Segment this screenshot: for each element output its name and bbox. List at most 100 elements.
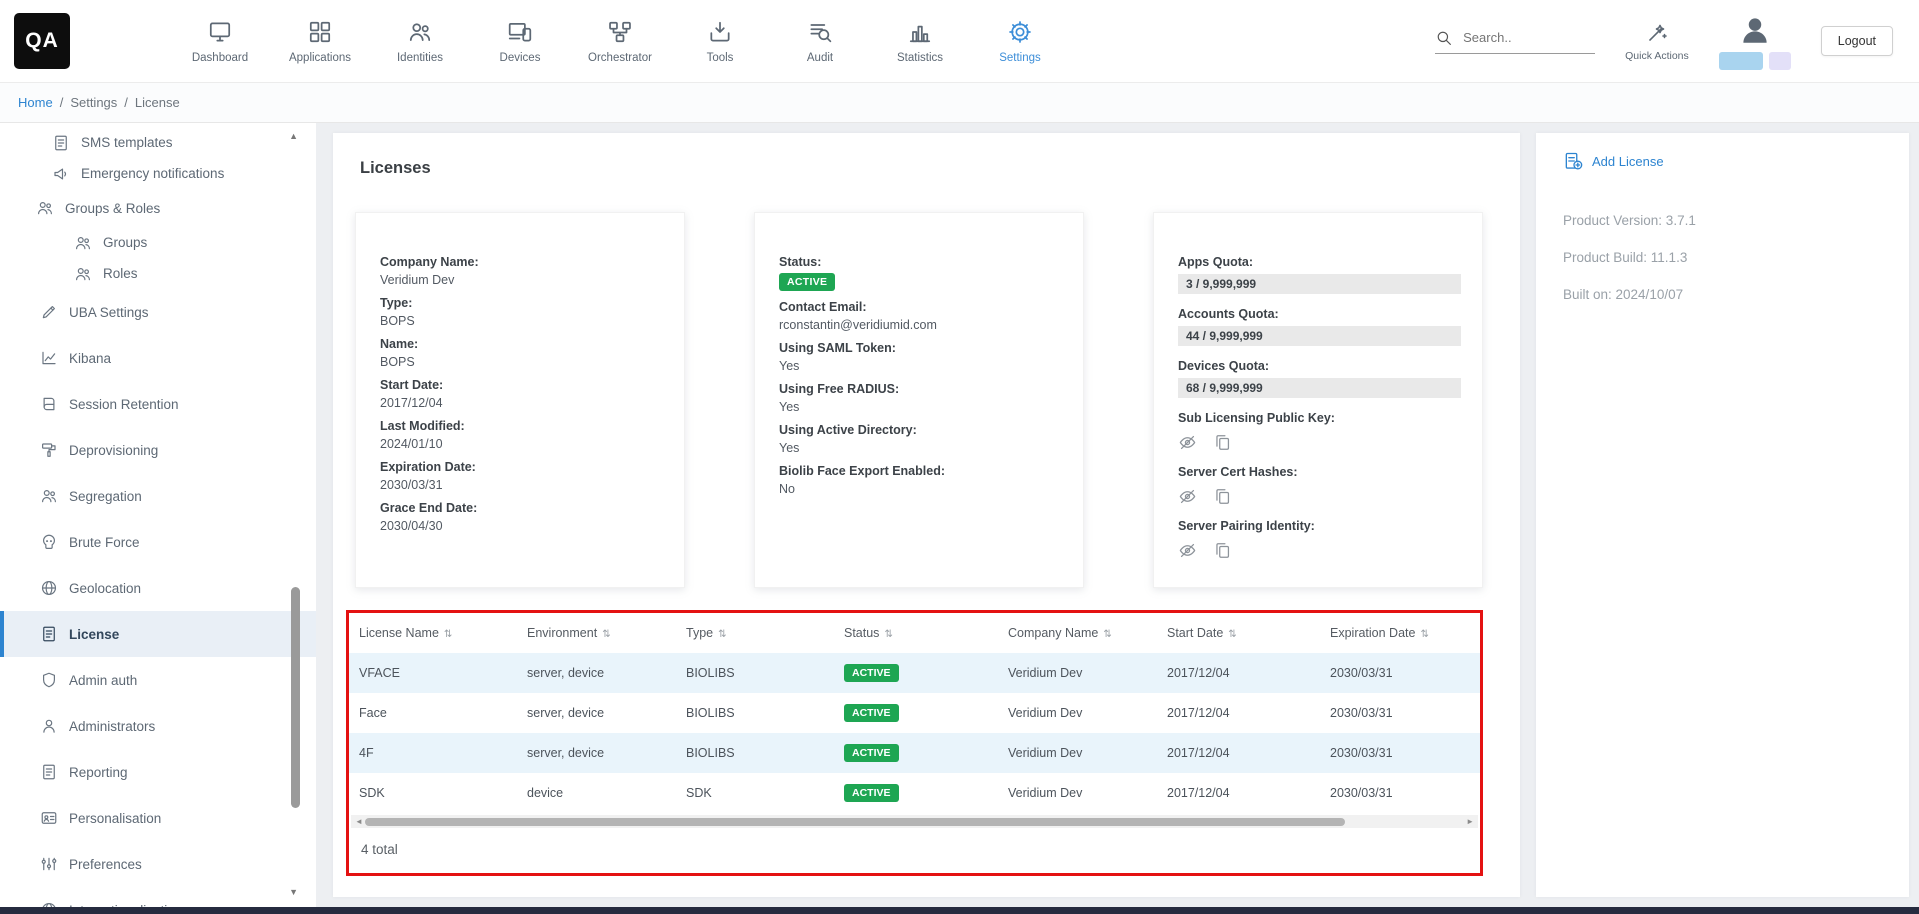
avatar[interactable] (1738, 13, 1772, 47)
copy-icon[interactable] (1213, 487, 1232, 506)
cell-type: BIOLIBS (676, 733, 834, 773)
add-license-button[interactable]: Add License (1563, 151, 1909, 171)
nav-applications[interactable]: Applications (270, 19, 370, 64)
table-row[interactable]: 4F server, device BIOLIBS ACTIVE Veridiu… (349, 733, 1480, 773)
sidebar-scroll-up-icon[interactable]: ▲ (289, 131, 298, 141)
sort-icon[interactable]: ⇅ (1103, 629, 1111, 640)
app-logo[interactable]: QA (14, 13, 70, 69)
cell-license-name: Face (349, 693, 517, 733)
cell-expiration-date: 2030/03/31 (1320, 693, 1480, 733)
cell-environment: server, device (517, 653, 676, 693)
quick-actions-button[interactable]: Quick Actions (1625, 21, 1689, 62)
sidebar-item-geolocation[interactable]: Geolocation (0, 565, 316, 611)
swatch-primary[interactable] (1719, 52, 1763, 70)
gear-icon (1007, 19, 1033, 45)
col-type[interactable]: Type⇅ (676, 613, 834, 653)
col-status[interactable]: Status⇅ (834, 613, 998, 653)
sort-icon[interactable]: ⇅ (1228, 629, 1236, 640)
sidebar-item-uba-settings[interactable]: UBA Settings (0, 289, 316, 335)
server-cert-hashes-label: Server Cert Hashes: (1178, 465, 1461, 479)
name-label: Name: (380, 337, 663, 351)
copy-icon[interactable] (1213, 541, 1232, 560)
sort-icon[interactable]: ⇅ (444, 629, 452, 640)
sidebar-item-reporting[interactable]: Reporting (0, 749, 316, 795)
eye-off-icon[interactable] (1178, 541, 1197, 560)
sort-icon[interactable]: ⇅ (718, 629, 726, 640)
scroll-left-icon[interactable]: ◄ (355, 817, 363, 826)
table-row[interactable]: Face server, device BIOLIBS ACTIVE Verid… (349, 693, 1480, 733)
document-icon (40, 625, 58, 643)
grace-end-date-value: 2030/04/30 (380, 519, 663, 533)
product-build: Product Build: 11.1.3 (1563, 250, 1909, 265)
sidebar-scroll-down-icon[interactable]: ▼ (289, 887, 298, 897)
sidebar-item-groups[interactable]: Groups (0, 227, 316, 258)
logout-button[interactable]: Logout (1821, 26, 1893, 56)
window-bottom-edge (0, 907, 1919, 914)
col-license-name[interactable]: License Name⇅ (349, 613, 517, 653)
sidebar-item-roles[interactable]: Roles (0, 258, 316, 289)
magic-wand-icon (1645, 21, 1669, 45)
sidebar-item-deprovisioning[interactable]: Deprovisioning (0, 427, 316, 473)
breadcrumb-home[interactable]: Home (18, 95, 53, 110)
table-row[interactable]: VFACE server, device BIOLIBS ACTIVE Veri… (349, 653, 1480, 693)
eye-off-icon[interactable] (1178, 433, 1197, 452)
status-badge: ACTIVE (844, 664, 899, 682)
nav-devices[interactable]: Devices (470, 19, 570, 64)
accounts-quota-bar: 44 / 9,999,999 (1178, 326, 1461, 346)
sidebar-item-groups-roles[interactable]: Groups & Roles (0, 189, 316, 227)
col-expiration-date[interactable]: Expiration Date⇅ (1320, 613, 1480, 653)
nav-settings[interactable]: Settings (970, 19, 1070, 64)
swatch-secondary[interactable] (1769, 52, 1791, 70)
table-horizontal-scrollbar[interactable]: ◄ ► (351, 815, 1478, 828)
sidebar-item-admin-auth[interactable]: Admin auth (0, 657, 316, 703)
sidebar-item-administrators[interactable]: Administrators (0, 703, 316, 749)
nav-label: Orchestrator (588, 52, 652, 64)
biolib-face-export-label: Biolib Face Export Enabled: (779, 464, 1062, 478)
sidebar-item-emergency-notifications[interactable]: Emergency notifications (0, 158, 316, 189)
sort-icon[interactable]: ⇅ (884, 629, 892, 640)
scroll-right-icon[interactable]: ► (1466, 817, 1474, 826)
col-start-date[interactable]: Start Date⇅ (1157, 613, 1320, 653)
sidebar-scrollbar[interactable] (291, 587, 300, 808)
document-icon (40, 763, 58, 781)
breadcrumb-settings[interactable]: Settings (70, 95, 117, 110)
sidebar-item-segregation[interactable]: Segregation (0, 473, 316, 519)
start-date-value: 2017/12/04 (380, 396, 663, 410)
sidebar-item-personalisation[interactable]: Personalisation (0, 795, 316, 841)
sort-icon[interactable]: ⇅ (1420, 629, 1428, 640)
nav-orchestrator[interactable]: Orchestrator (570, 19, 670, 64)
sidebar-item-label: UBA Settings (69, 305, 149, 320)
horizontal-scroll-thumb[interactable] (365, 818, 1345, 826)
col-company-name[interactable]: Company Name⇅ (998, 613, 1157, 653)
nav-audit[interactable]: Audit (770, 19, 870, 64)
cell-status: ACTIVE (834, 653, 998, 693)
sidebar-item-kibana[interactable]: Kibana (0, 335, 316, 381)
col-environment[interactable]: Environment⇅ (517, 613, 676, 653)
copy-icon[interactable] (1213, 433, 1232, 452)
nav-identities[interactable]: Identities (370, 19, 470, 64)
id-card-icon (40, 809, 58, 827)
status-badge: ACTIVE (844, 744, 899, 762)
sidebar-item-internationalization[interactable]: Internationalization (0, 887, 316, 907)
sidebar-item-sms-templates[interactable]: SMS templates (0, 127, 316, 158)
built-on: Built on: 2024/10/07 (1563, 287, 1909, 302)
devices-quota-label: Devices Quota: (1178, 359, 1461, 373)
search-input[interactable] (1463, 30, 1595, 45)
sidebar-item-preferences[interactable]: Preferences (0, 841, 316, 887)
search-icon[interactable] (1435, 29, 1453, 47)
saml-token-value: Yes (779, 359, 1062, 373)
sidebar-item-label: Segregation (69, 489, 142, 504)
chart-icon (40, 349, 58, 367)
sidebar-item-session-retention[interactable]: Session Retention (0, 381, 316, 427)
biolib-face-export-value: No (779, 482, 1062, 496)
table-row[interactable]: SDK device SDK ACTIVE Veridium Dev 2017/… (349, 773, 1480, 813)
nav-tools[interactable]: Tools (670, 19, 770, 64)
sidebar-item-license[interactable]: License (0, 611, 316, 657)
nav-dashboard[interactable]: Dashboard (170, 19, 270, 64)
sidebar-item-brute-force[interactable]: Brute Force (0, 519, 316, 565)
status-card: Status: ACTIVE Contact Email: rconstanti… (754, 212, 1084, 588)
nav-statistics[interactable]: Statistics (870, 19, 970, 64)
eye-off-icon[interactable] (1178, 487, 1197, 506)
sort-icon[interactable]: ⇅ (602, 629, 610, 640)
company-name-value: Veridium Dev (380, 273, 663, 287)
